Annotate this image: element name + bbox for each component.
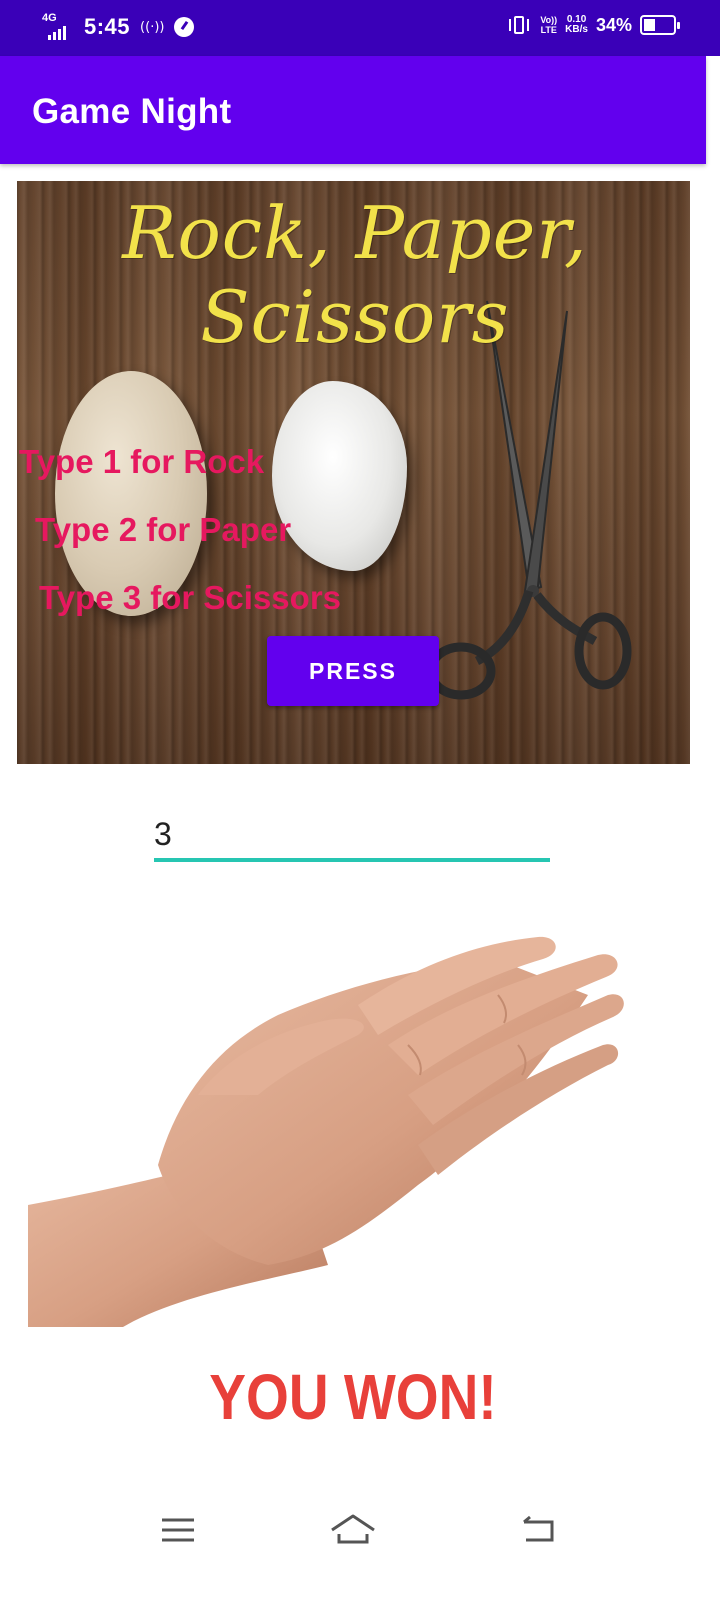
clock: 5:45	[84, 14, 131, 39]
status-bar: 4G 5:45 ((·)) Vo)) LTE 0.10 KB/s 34%	[0, 0, 720, 56]
volte-icon: Vo)) LTE	[540, 15, 557, 35]
app-title: Game Night	[32, 92, 232, 131]
menu-icon[interactable]	[154, 1508, 204, 1552]
data-saver-icon	[174, 17, 195, 37]
choice-input-container	[154, 808, 550, 864]
hand-paper-image	[28, 936, 624, 1327]
battery-icon	[640, 15, 680, 35]
vibrate-icon	[506, 14, 532, 36]
back-icon[interactable]	[514, 1508, 564, 1552]
press-button[interactable]: PRESS	[267, 636, 439, 706]
input-underline	[154, 858, 550, 862]
signal-icon: 4G	[42, 12, 74, 42]
game-banner-image: Rock, Paper, Scissors Type 1 for Rock Ty…	[17, 181, 690, 764]
status-right: Vo)) LTE 0.10 KB/s 34%	[506, 14, 680, 36]
battery-fill	[644, 19, 655, 31]
instruction-scissors: Type 3 for Scissors	[39, 579, 342, 616]
navigation-bar	[0, 1490, 720, 1570]
result-text: YOU WON!	[209, 1361, 497, 1433]
instruction-rock: Type 1 for Rock	[19, 443, 265, 480]
status-left: 4G 5:45 ((·))	[42, 12, 195, 42]
hotspot-icon: ((·))	[140, 19, 165, 35]
volte-top-text: Vo))	[540, 15, 558, 25]
home-icon[interactable]	[328, 1508, 378, 1552]
app-bar: Game Night	[0, 56, 706, 164]
network-speed: 0.10 KB/s	[565, 15, 588, 35]
volte-bottom-text: LTE	[540, 25, 557, 35]
banner-title: Rock, Paper, Scissors	[122, 191, 588, 359]
paper-image	[272, 381, 407, 571]
instruction-paper: Type 2 for Paper	[35, 511, 292, 548]
choice-input[interactable]	[154, 808, 550, 860]
network-type: 4G	[42, 12, 57, 24]
speed-unit: KB/s	[565, 24, 588, 35]
battery-percent: 34%	[595, 14, 632, 35]
